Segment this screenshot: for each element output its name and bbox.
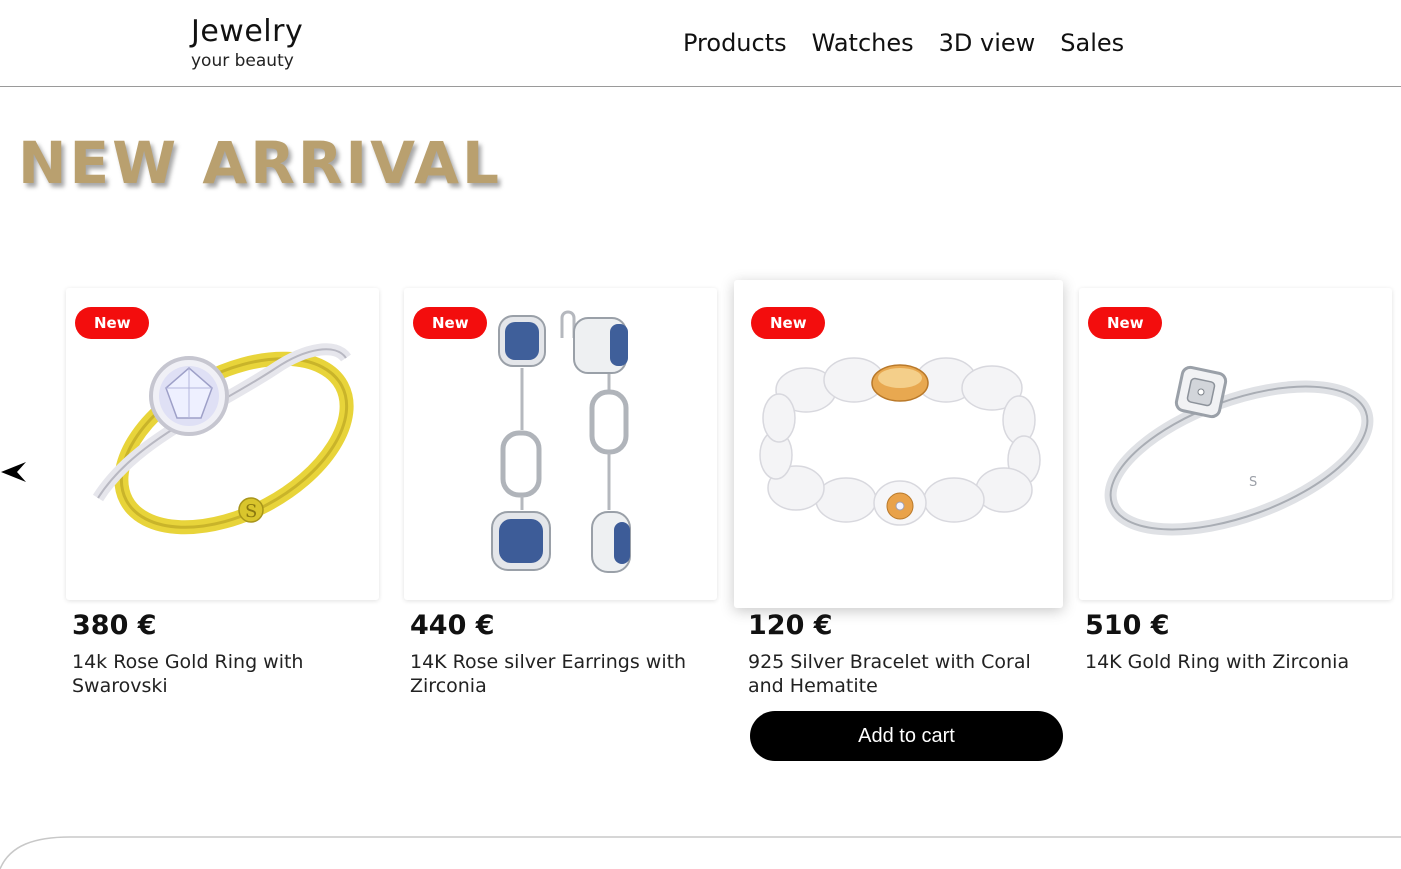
nav-item-products[interactable]: Products (683, 28, 787, 58)
svg-text:S: S (1249, 475, 1257, 490)
section-title: NEW ARRIVAL (18, 129, 502, 197)
new-badge: New (751, 307, 825, 339)
product-image-frame[interactable]: S New (66, 288, 379, 600)
product-image-frame[interactable]: S New (1079, 288, 1392, 600)
product-card[interactable]: S New 380 € 14k Rose Gold Ring with Swar… (66, 288, 379, 697)
new-badge: New (1088, 307, 1162, 339)
brand-title: Jewelry (191, 14, 304, 49)
new-badge: New (75, 307, 149, 339)
nav-item-3d-view[interactable]: 3D view (939, 28, 1036, 58)
product-price: 380 € (72, 610, 157, 641)
add-to-cart-button[interactable]: Add to cart (750, 711, 1063, 761)
product-price: 440 € (410, 610, 495, 641)
product-card[interactable]: New 120 € 925 Silver Bracelet with Coral… (734, 280, 1063, 761)
product-name[interactable]: 14k Rose Gold Ring with Swarovski (72, 650, 372, 698)
new-badge: New (413, 307, 487, 339)
product-card[interactable]: New 440 € 14K Rose silver Earrings with … (404, 288, 717, 697)
main-nav: Products Watches 3D view Sales (683, 28, 1149, 58)
product-image-frame[interactable]: New (734, 280, 1063, 608)
product-card[interactable]: S New 510 € 14K Gold Ring with Zirconia (1079, 288, 1392, 673)
svg-text:S: S (245, 501, 257, 522)
product-image-frame[interactable]: New (404, 288, 717, 600)
product-price: 120 € (748, 610, 833, 641)
nav-item-sales[interactable]: Sales (1060, 28, 1124, 58)
site-header: Jewelry your beauty Products Watches 3D … (0, 0, 1401, 87)
product-price: 510 € (1085, 610, 1170, 641)
brand-logo[interactable]: Jewelry your beauty (191, 14, 303, 71)
nav-item-watches[interactable]: Watches (812, 28, 914, 58)
slider-prev-arrow-icon[interactable] (0, 458, 28, 486)
footer-divider-curve (0, 836, 1401, 869)
product-name[interactable]: 14K Rose silver Earrings with Zirconia (410, 650, 710, 698)
product-name[interactable]: 14K Gold Ring with Zirconia (1085, 650, 1385, 674)
brand-subtitle: your beauty (191, 51, 294, 71)
product-name[interactable]: 925 Silver Bracelet with Coral and Hemat… (748, 650, 1048, 698)
